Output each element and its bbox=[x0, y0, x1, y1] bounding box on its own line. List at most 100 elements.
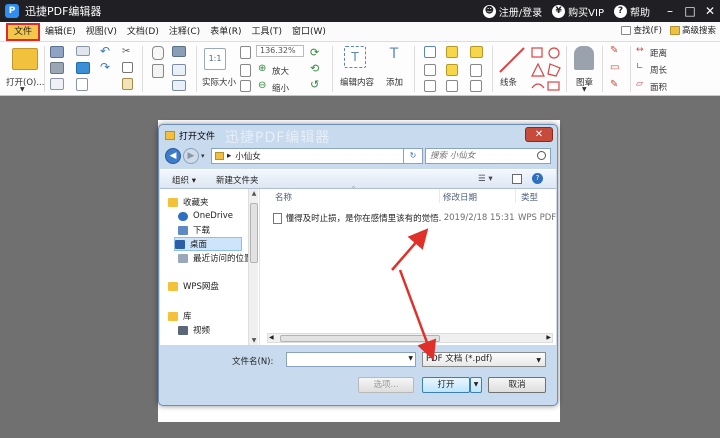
text-box-icon[interactable] bbox=[446, 46, 458, 58]
menu-document[interactable]: 文档(D) bbox=[122, 23, 164, 41]
login-button[interactable]: ☻ 注册/登录 bbox=[482, 4, 542, 19]
zoom-in-label[interactable]: 放大 bbox=[272, 65, 289, 77]
open-folder-icon[interactable] bbox=[12, 48, 38, 70]
options-button[interactable]: 选项... bbox=[358, 377, 414, 393]
menu-file[interactable]: 文件 bbox=[6, 22, 41, 41]
tree-library[interactable]: 库 bbox=[168, 309, 192, 323]
undo-icon[interactable]: ↶ bbox=[100, 44, 110, 58]
organize-button[interactable]: 组织 ▾ bbox=[172, 174, 196, 186]
actual-size-label[interactable]: 实际大小 bbox=[202, 76, 236, 88]
line-tool-icon[interactable] bbox=[498, 46, 526, 74]
redo-icon[interactable]: ↷ bbox=[100, 60, 110, 74]
file-list-scroll-thumb[interactable] bbox=[280, 335, 440, 342]
chevron-down-icon[interactable]: ▼ bbox=[408, 355, 413, 362]
menu-edit[interactable]: 编辑(E) bbox=[40, 23, 81, 41]
column-type[interactable]: 类型 bbox=[521, 191, 538, 203]
camera-icon[interactable] bbox=[172, 46, 186, 57]
squiggly-icon[interactable] bbox=[446, 80, 458, 92]
minimize-button[interactable]: – bbox=[660, 4, 680, 18]
rotate-back-icon[interactable]: ⟲ bbox=[310, 62, 319, 75]
rotate-icon[interactable]: ⟳ bbox=[310, 46, 319, 59]
history-dropdown-icon[interactable]: ▾ bbox=[201, 152, 205, 160]
filename-field[interactable]: ▼ bbox=[286, 352, 416, 367]
file-list-scrollbar[interactable]: ◀ ▶ bbox=[267, 333, 553, 343]
distance-icon[interactable]: ↔ bbox=[636, 45, 644, 55]
add-text-icon[interactable]: T bbox=[384, 46, 404, 68]
file-row[interactable]: 懂得及时止损，是你在感情里该有的觉悟... 2019/2/18 15:31 WP… bbox=[273, 211, 556, 225]
scroll-down-icon[interactable]: ▼ bbox=[249, 337, 259, 344]
tree-favorites[interactable]: 收藏夹 bbox=[168, 195, 209, 209]
refresh-icon[interactable]: ↻ bbox=[403, 148, 423, 164]
column-name[interactable]: 名称 bbox=[275, 191, 292, 203]
search-icon[interactable] bbox=[537, 151, 546, 160]
forward-arrow-icon[interactable]: ▶ bbox=[183, 148, 199, 164]
document-icon[interactable] bbox=[76, 78, 88, 91]
tree-scroll-thumb[interactable] bbox=[250, 203, 258, 263]
fit-visible-icon[interactable] bbox=[240, 80, 251, 92]
actual-size-icon[interactable]: 1:1 bbox=[204, 48, 226, 70]
area-icon[interactable]: ▱ bbox=[636, 79, 643, 89]
cut-icon[interactable]: ✂ bbox=[122, 46, 130, 57]
zoom-out-icon[interactable]: ⊖ bbox=[258, 80, 266, 91]
typewriter-icon[interactable] bbox=[424, 46, 436, 58]
open-dropdown-button[interactable]: ▼ bbox=[470, 377, 482, 393]
scroll-up-icon[interactable]: ▲ bbox=[249, 190, 259, 197]
tree-onedrive[interactable]: OneDrive bbox=[178, 209, 233, 223]
eraser-icon[interactable]: ▭ bbox=[610, 62, 619, 73]
tree-desktop[interactable]: 桌面 bbox=[174, 237, 242, 251]
column-divider[interactable] bbox=[439, 189, 440, 203]
select-tool-icon[interactable] bbox=[152, 64, 164, 78]
upload-icon[interactable] bbox=[76, 62, 90, 74]
edit-content-label[interactable]: 编辑内容 bbox=[340, 76, 374, 88]
copy-icon[interactable] bbox=[122, 62, 133, 73]
note-icon[interactable] bbox=[470, 46, 483, 58]
add-label[interactable]: 添加 bbox=[386, 76, 403, 88]
view-options-icon[interactable]: ☰ ▾ bbox=[478, 174, 493, 184]
maximize-button[interactable]: □ bbox=[680, 4, 700, 18]
paste-icon[interactable] bbox=[122, 78, 133, 90]
tree-downloads[interactable]: 下载 bbox=[178, 223, 210, 237]
dialog-close-button[interactable]: ✕ bbox=[525, 127, 553, 142]
tree-scrollbar[interactable]: ▲ ▼ bbox=[248, 189, 258, 345]
search-input[interactable] bbox=[430, 151, 530, 161]
scroll-right-icon[interactable]: ▶ bbox=[546, 334, 551, 341]
edit-content-icon[interactable]: T bbox=[344, 46, 366, 68]
area-label[interactable]: 面积 bbox=[650, 81, 667, 93]
zoom-out-label[interactable]: 缩小 bbox=[272, 82, 289, 94]
perimeter-icon[interactable]: ∟ bbox=[636, 62, 644, 72]
fit-width-icon[interactable] bbox=[240, 64, 251, 77]
tree-videos[interactable]: 视频 bbox=[178, 323, 210, 337]
open-button-label[interactable]: 打开(O)... bbox=[6, 76, 44, 88]
properties-icon[interactable] bbox=[50, 78, 64, 90]
column-modified[interactable]: 修改日期 bbox=[443, 191, 477, 203]
help-icon[interactable]: ? bbox=[532, 173, 543, 184]
breadcrumb-current[interactable]: 小仙女 bbox=[235, 150, 261, 162]
mail-icon[interactable] bbox=[76, 46, 90, 56]
cancel-button[interactable]: 取消 bbox=[488, 377, 546, 393]
sound-icon[interactable] bbox=[470, 80, 482, 92]
address-bar[interactable]: ▸ 小仙女 bbox=[211, 148, 421, 164]
line-label[interactable]: 线条 bbox=[500, 76, 517, 88]
text-select-icon[interactable] bbox=[172, 64, 186, 76]
tree-recent[interactable]: 最近访问的位置 bbox=[178, 251, 253, 265]
new-folder-button[interactable]: 新建文件夹 bbox=[216, 174, 259, 186]
refresh-icon[interactable]: ↺ bbox=[310, 78, 319, 91]
filename-input[interactable] bbox=[287, 353, 405, 366]
advanced-search-button[interactable]: 高级搜索 bbox=[669, 24, 716, 36]
stamp-icon[interactable] bbox=[574, 46, 594, 70]
menu-tools[interactable]: 工具(T) bbox=[246, 23, 287, 41]
scroll-left-icon[interactable]: ◀ bbox=[269, 334, 274, 341]
snapshot-icon[interactable] bbox=[172, 80, 186, 91]
menu-form[interactable]: 表单(R) bbox=[205, 23, 246, 41]
stamp-dropdown-icon[interactable]: ▼ bbox=[582, 86, 587, 93]
open-button[interactable]: 打开 bbox=[422, 377, 470, 393]
attachment-icon[interactable] bbox=[470, 64, 482, 77]
close-button[interactable]: ✕ bbox=[700, 4, 720, 18]
print-icon[interactable] bbox=[50, 62, 64, 74]
shape-tools-icon[interactable] bbox=[530, 46, 562, 92]
help-button[interactable]: ? 帮助 bbox=[614, 4, 650, 19]
filetype-select[interactable]: PDF 文档 (*.pdf) ▼ bbox=[422, 352, 546, 367]
underline-icon[interactable] bbox=[424, 80, 436, 92]
menu-window[interactable]: 窗口(W) bbox=[287, 23, 331, 41]
preview-pane-icon[interactable] bbox=[512, 174, 522, 184]
